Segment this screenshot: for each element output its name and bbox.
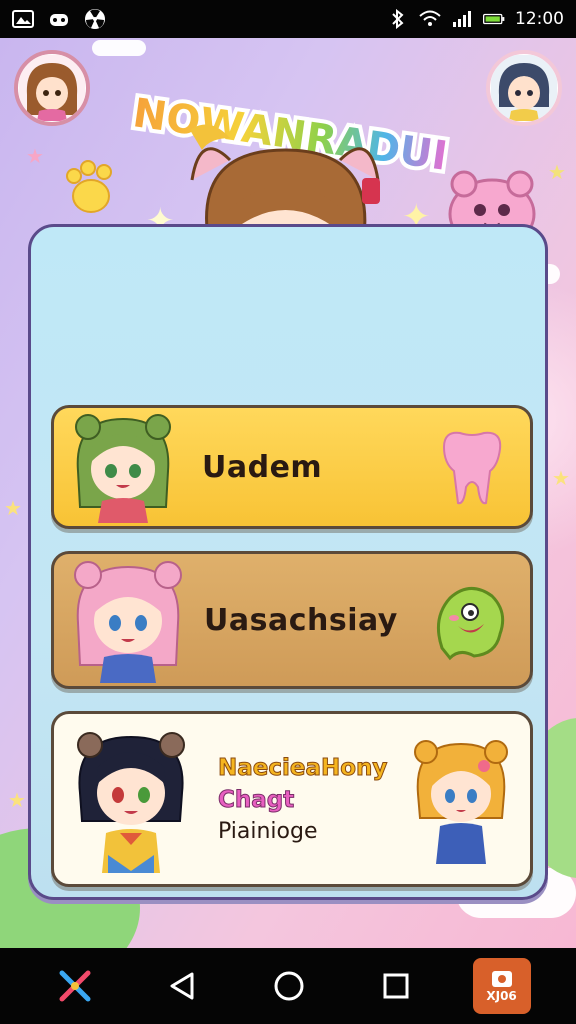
menu-item-2[interactable]: Uasachsiay	[51, 551, 533, 689]
girl-avatar-icon	[19, 55, 85, 121]
status-bar: 12:00	[0, 0, 576, 38]
menu-item-3[interactable]: NaecieaHony Chagt Piainioge	[51, 711, 533, 887]
star-icon: ★	[4, 496, 22, 520]
main-menu-panel: Uadem Uasachsiay NaecieaHony Chagt Piain…	[28, 224, 548, 900]
menu-item-2-label: Uasachsiay	[204, 602, 398, 638]
home-circle-icon	[274, 971, 304, 1001]
recents-square-icon	[383, 973, 409, 999]
profile-avatar-button[interactable]	[14, 50, 90, 126]
wifi-icon	[419, 8, 441, 30]
assistant-button[interactable]	[45, 958, 105, 1014]
green-monster-icon	[436, 587, 505, 661]
menu-item-1[interactable]: Uadem	[51, 405, 533, 529]
pink-hair-chibi-icon	[74, 561, 182, 683]
game-controller-icon	[48, 8, 70, 30]
radioactive-icon	[84, 8, 106, 30]
back-button[interactable]	[152, 958, 212, 1014]
recents-button[interactable]	[366, 958, 426, 1014]
gallery-icon	[12, 8, 34, 30]
pink-heart-tooth-icon	[442, 431, 502, 505]
friend-avatar-button[interactable]	[486, 50, 562, 126]
status-right-icons: 12:00	[387, 8, 564, 30]
star-icon: ★	[8, 788, 26, 812]
status-left-icons	[12, 8, 106, 30]
signal-icon	[451, 8, 473, 30]
star-icon: ★	[548, 160, 566, 184]
cloud-decoration	[92, 40, 146, 56]
photo-app-icon	[491, 971, 512, 987]
orange-hair-chibi-icon	[414, 740, 508, 864]
menu-item-3-caption: Piainioge	[218, 818, 318, 844]
menu-item-3-text: NaecieaHony Chagt Piainioge	[217, 754, 388, 844]
menu-item-3-title: NaecieaHony	[217, 754, 388, 781]
app-screen: ★ ★ ★ ★ ★ ✦ ✦ NOWANRADUI Uadem Uasachsia…	[0, 38, 576, 948]
bluetooth-icon	[387, 8, 409, 30]
dark-hair-chibi-icon	[77, 732, 185, 873]
navigation-bar: XJ06	[0, 948, 576, 1024]
green-hair-chibi-icon	[75, 414, 171, 523]
status-time: 12:00	[515, 9, 564, 29]
menu-item-3-subtitle: Chagt	[217, 786, 295, 813]
paw-icon	[66, 160, 112, 213]
menu-item-1-label: Uadem	[202, 449, 323, 485]
battery-icon	[483, 8, 505, 30]
back-triangle-icon	[170, 972, 194, 1000]
star-icon: ★	[552, 466, 570, 490]
star-icon: ★	[26, 144, 44, 168]
shortcut-app-label: XJ06	[486, 989, 517, 1003]
colorful-x-icon	[59, 970, 91, 1002]
shortcut-app-button[interactable]: XJ06	[472, 958, 531, 1014]
boy-avatar-icon	[491, 55, 557, 121]
home-button[interactable]	[259, 958, 319, 1014]
